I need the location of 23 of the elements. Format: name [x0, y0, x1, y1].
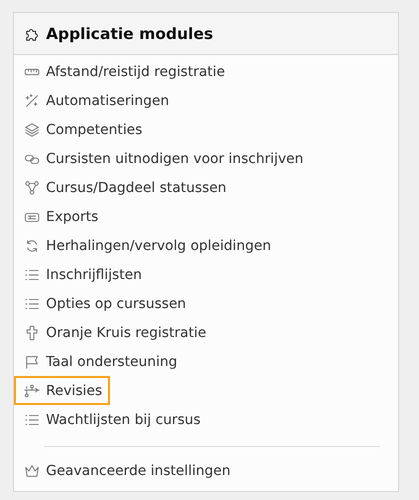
module-link[interactable]: Inschrijflijsten: [14, 260, 150, 289]
module-link[interactable]: Herhalingen/vervolg opleidingen: [14, 231, 280, 260]
module-link[interactable]: Taal ondersteuning: [14, 347, 186, 376]
panel-title: Applicatie modules: [46, 24, 214, 42]
module-link[interactable]: Geavanceerde instellingen: [14, 456, 239, 485]
module-link[interactable]: Cursisten uitnodigen voor inschrijven: [14, 144, 312, 173]
module-link[interactable]: Opties op cursussen: [14, 289, 194, 318]
module-link[interactable]: Oranje Kruis registratie: [14, 318, 214, 347]
cross-icon: [24, 324, 40, 340]
magic-wand-icon: [24, 92, 40, 108]
module-link[interactable]: Competenties: [14, 115, 150, 144]
layers-icon: [24, 122, 40, 138]
refresh-icon: [24, 238, 40, 254]
branches-icon: [24, 382, 40, 398]
flag-icon: [24, 354, 40, 370]
module-link[interactable]: Afstand/reistijd registratie: [14, 57, 234, 86]
module-link[interactable]: Wachtlijsten bij cursus: [14, 405, 209, 434]
module-link[interactable]: Automatiseringen: [14, 86, 178, 115]
nodes-icon: [24, 180, 40, 196]
module-link[interactable]: Exports: [14, 202, 106, 231]
module-link[interactable]: Revisies: [14, 376, 110, 405]
crown-icon: [24, 462, 40, 478]
module-link[interactable]: Cursus/Dagdeel statussen: [14, 173, 234, 202]
